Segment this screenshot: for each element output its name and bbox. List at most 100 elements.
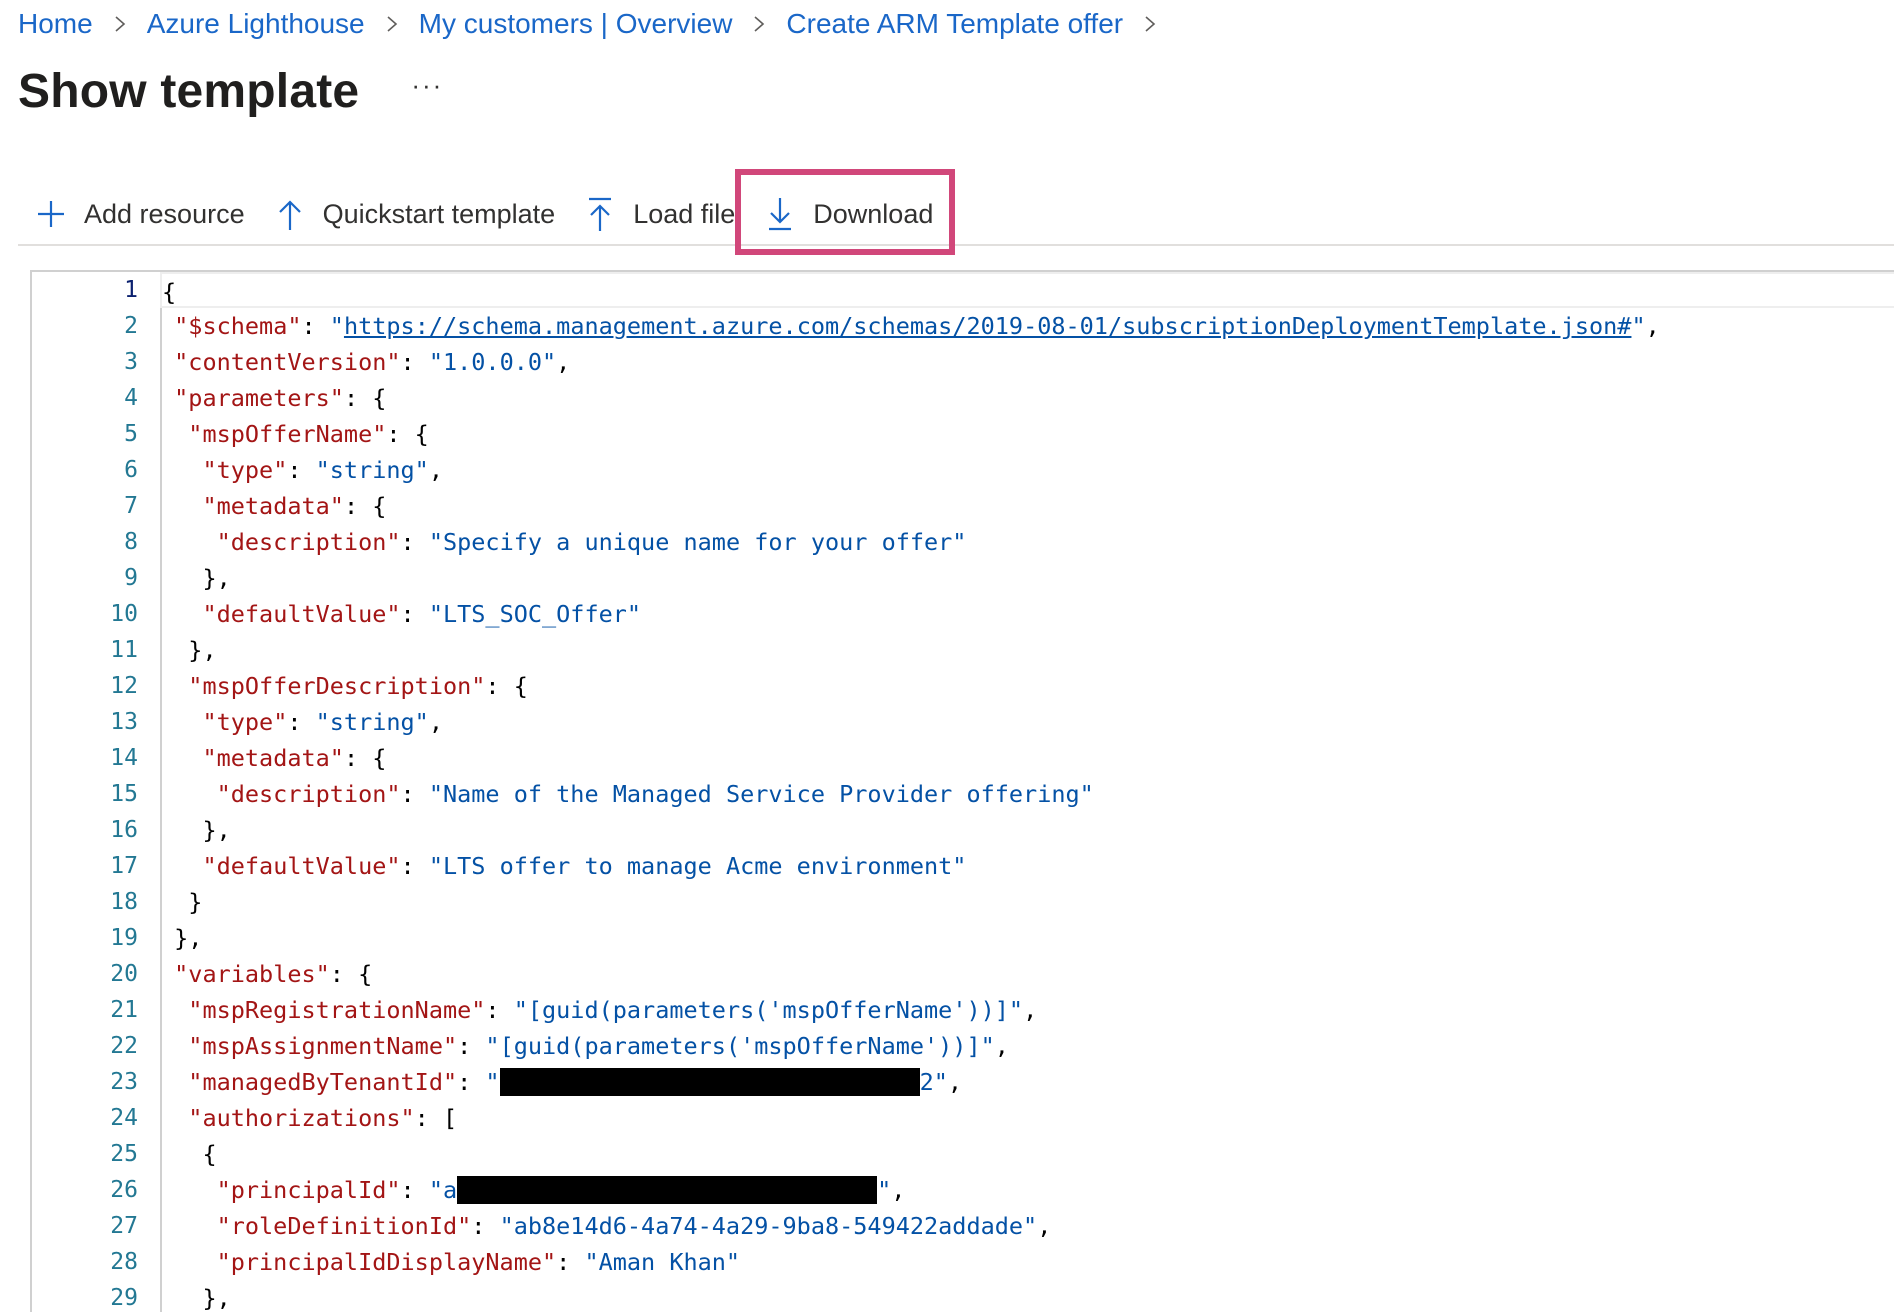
line-number: 1: [124, 277, 138, 303]
line-number: 29: [110, 1285, 138, 1311]
json-string: 2": [919, 1068, 948, 1096]
json-key: "$schema": [174, 312, 302, 340]
json-punctuation: :: [287, 708, 316, 736]
json-key: "type": [202, 708, 288, 736]
json-punctuation: {: [202, 1140, 217, 1168]
breadcrumb-home[interactable]: Home: [18, 8, 93, 40]
page-title: Show template: [18, 65, 360, 118]
breadcrumb-create-arm-template-offer[interactable]: Create ARM Template offer: [786, 8, 1123, 40]
breadcrumb: Home Azure Lighthouse My customers | Ove…: [18, 8, 1177, 40]
download-button[interactable]: Download: [747, 183, 945, 245]
json-key: "metadata": [202, 744, 344, 772]
line-number: 25: [110, 1141, 138, 1167]
add-resource-button[interactable]: Add resource: [18, 183, 257, 245]
line-number: 6: [124, 457, 138, 483]
code-line: "type": "string",: [160, 704, 1894, 740]
json-punctuation: : {: [343, 384, 387, 412]
code-line: "variables": {: [160, 956, 1894, 992]
breadcrumb-my-customers-overview[interactable]: My customers | Overview: [419, 8, 733, 40]
json-string: ": [329, 312, 344, 340]
json-punctuation: :: [400, 1176, 429, 1204]
upload-arrow-icon: [583, 194, 617, 234]
code-line: "roleDefinitionId": "ab8e14d6-4a74-4a29-…: [160, 1208, 1894, 1244]
json-punctuation: ,: [994, 1032, 1009, 1060]
json-key: "metadata": [202, 492, 344, 520]
code-line: "mspAssignmentName": "[guid(parameters('…: [160, 1028, 1894, 1064]
json-key: "principalIdDisplayName": [216, 1248, 557, 1276]
quickstart-template-button[interactable]: Quickstart template: [257, 183, 568, 245]
json-string: "LTS offer to manage Acme environment": [428, 852, 967, 880]
line-number: 12: [110, 673, 138, 699]
title-row: Show template ···: [18, 64, 443, 119]
json-string: ": [877, 1176, 892, 1204]
json-string: "Specify a unique name for your offer": [428, 528, 967, 556]
json-punctuation: {: [162, 278, 177, 306]
line-number: 8: [124, 529, 138, 555]
load-file-button[interactable]: Load file: [567, 183, 747, 245]
code-line: "mspOfferName": {: [160, 416, 1894, 452]
json-key: "mspOfferDescription": [188, 672, 486, 700]
line-number: 18: [110, 889, 138, 915]
json-string: "string": [315, 708, 429, 736]
json-punctuation: ,: [1023, 996, 1038, 1024]
code-line: "metadata": {: [160, 488, 1894, 524]
json-key: "parameters": [174, 384, 344, 412]
line-number: 5: [124, 421, 138, 447]
json-string: "string": [315, 456, 429, 484]
code-line: "mspOfferDescription": {: [160, 668, 1894, 704]
code-line: "defaultValue": "LTS offer to manage Acm…: [160, 848, 1894, 884]
json-key: "managedByTenantId": [188, 1068, 458, 1096]
code-line: "description": "Specify a unique name fo…: [160, 524, 1894, 560]
json-string: ": [1631, 312, 1646, 340]
code-line: "mspRegistrationName": "[guid(parameters…: [160, 992, 1894, 1028]
json-punctuation: },: [174, 924, 203, 952]
code-line: "metadata": {: [160, 740, 1894, 776]
breadcrumb-azure-lighthouse[interactable]: Azure Lighthouse: [147, 8, 365, 40]
json-punctuation: },: [202, 1284, 231, 1312]
json-punctuation: ,: [1645, 312, 1660, 340]
redacted-value: [499, 1067, 920, 1096]
line-number: 23: [110, 1069, 138, 1095]
add-resource-label: Add resource: [84, 198, 245, 229]
code-line: "description": "Name of the Managed Serv…: [160, 776, 1894, 812]
json-key: "roleDefinitionId": [216, 1212, 472, 1240]
json-punctuation: :: [471, 1212, 500, 1240]
json-key: "mspRegistrationName": [188, 996, 486, 1024]
line-number: 7: [124, 493, 138, 519]
code-editor[interactable]: 1 2 3 4 5 6 7 8 9 10 11 12 13 14 15 16 17 18 19 20 21 22 23 24 2…: [30, 270, 1894, 1312]
more-options-button[interactable]: ···: [411, 70, 443, 101]
json-string: "Aman Khan": [584, 1248, 741, 1276]
line-number: 10: [110, 601, 138, 627]
line-number: 28: [110, 1249, 138, 1275]
json-punctuation: ,: [556, 348, 571, 376]
code-line: },: [160, 1280, 1894, 1312]
json-string[interactable]: https://schema.management.azure.com/sche…: [344, 312, 1632, 340]
json-punctuation: : {: [386, 420, 429, 448]
json-punctuation: : {: [343, 492, 387, 520]
json-punctuation: : {: [329, 960, 373, 988]
json-punctuation: ,: [428, 708, 443, 736]
code-content[interactable]: { "$schema": "https://schema.management.…: [160, 272, 1894, 1312]
json-punctuation: ,: [947, 1068, 963, 1096]
json-punctuation: },: [202, 816, 231, 844]
redacted-value: [457, 1175, 878, 1204]
json-punctuation: :: [400, 528, 429, 556]
json-punctuation: :: [556, 1248, 585, 1276]
line-number: 19: [110, 925, 138, 951]
json-string: "ab8e14d6-4a74-4a29-9ba8-549422addade": [499, 1212, 1038, 1240]
line-number: 13: [110, 709, 138, 735]
json-key: "defaultValue": [202, 600, 401, 628]
line-number: 17: [110, 853, 138, 879]
json-punctuation: :: [400, 600, 429, 628]
json-key: "mspAssignmentName": [188, 1032, 458, 1060]
code-line: "managedByTenantId": " 2",: [160, 1064, 1894, 1100]
json-string: "a: [428, 1176, 458, 1204]
json-punctuation: :: [485, 996, 514, 1024]
line-number: 24: [110, 1105, 138, 1131]
line-number: 26: [110, 1177, 138, 1203]
code-line: "contentVersion": "1.0.0.0",: [160, 344, 1894, 380]
code-line: },: [160, 632, 1894, 668]
code-line: "type": "string",: [160, 452, 1894, 488]
json-punctuation: ,: [891, 1176, 906, 1204]
line-number: 9: [124, 565, 138, 591]
